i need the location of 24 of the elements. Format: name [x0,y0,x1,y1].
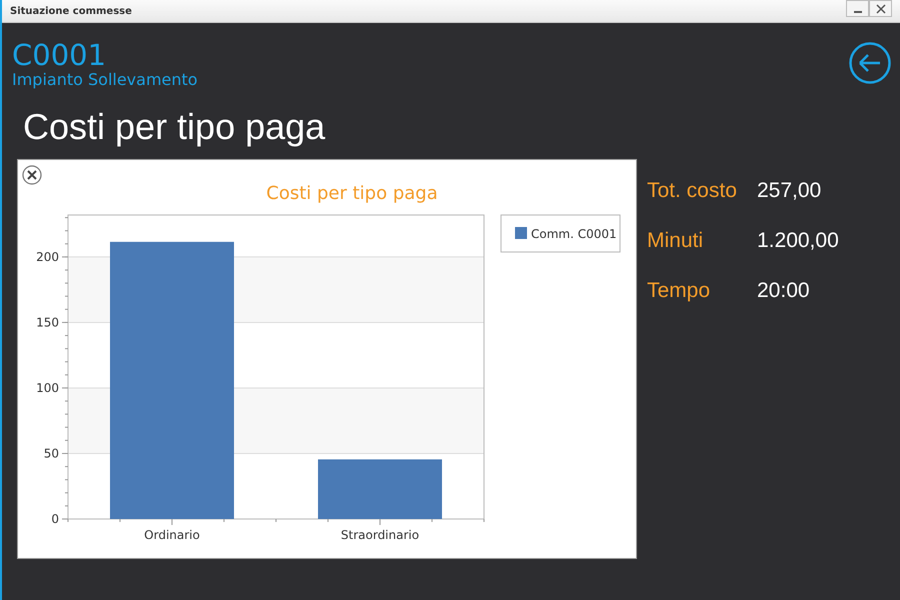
legend-label: Comm. C0001 [531,227,617,241]
close-icon [876,4,886,14]
stat-label: Tot. costo [647,178,738,204]
close-button[interactable] [869,0,892,17]
minimize-button[interactable] [846,0,869,17]
axis-label: 100 [36,380,59,395]
minimize-icon [854,10,862,12]
axis-label: Straordinario [340,528,420,542]
job-description: Impianto Sollevamento [12,71,198,89]
chart-title: Costi per tipo paga [266,183,438,204]
axis-label: Ordinario [144,528,200,542]
page-title: Costi per tipo paga [23,105,326,149]
stat-value: 257,00 [757,178,822,204]
axis-label: 150 [36,315,59,330]
stat-label: Minuti [647,228,704,254]
stat-value: 1.200,00 [757,228,839,254]
window-title: Situazione commesse [10,6,132,16]
axis-label: 0 [51,512,59,526]
job-code: C0001 [12,39,108,71]
back-icon[interactable] [849,42,891,84]
axis-label: 50 [44,446,59,460]
stat-label: Tempo [647,278,712,304]
stat-value: 20:00 [757,278,810,304]
axis-label: 200 [36,250,59,264]
